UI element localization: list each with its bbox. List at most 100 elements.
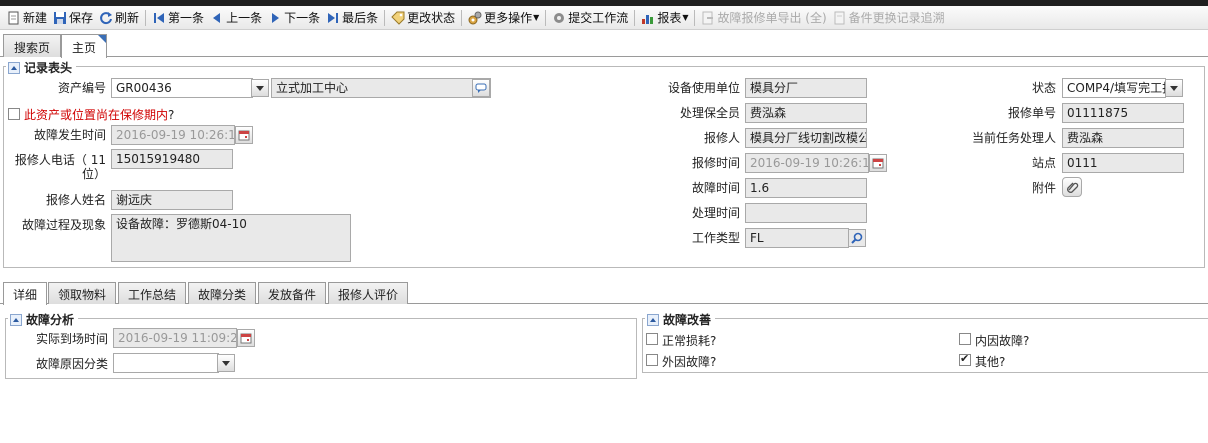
report-time-calendar-button[interactable] [869, 154, 887, 172]
assignee-field[interactable]: 费泓森 [1062, 128, 1184, 148]
fault-time-field[interactable]: 2016-09-19 10:26:14 [111, 125, 235, 145]
fault-improve-section [642, 318, 1208, 373]
export-fault-report-button[interactable]: 故障报修单导出 (全) [698, 8, 829, 28]
spare-trace-button[interactable]: 备件更换记录追溯 [830, 8, 948, 28]
calendar-icon [238, 130, 250, 141]
tab-issue-spare[interactable]: 发放备件 [258, 282, 327, 304]
search-icon [851, 232, 863, 244]
tab-search[interactable]: 搜索页 [3, 34, 62, 57]
prev-record-button[interactable]: 上一条 [207, 8, 265, 28]
status-field[interactable]: COMP4/填写完工报 [1062, 78, 1166, 98]
status-label: 状态 [1031, 81, 1056, 95]
status-dropdown-button[interactable] [1165, 79, 1183, 97]
change-status-button[interactable]: 更改状态 [388, 8, 458, 28]
reporter-name-label: 报修人姓名 [45, 193, 106, 207]
attachment-label: 附件 [1031, 181, 1056, 195]
external-fault-checkbox[interactable] [646, 354, 658, 366]
work-type-field[interactable]: FL [745, 228, 849, 248]
tab-main[interactable]: 主页 [61, 34, 108, 58]
asset-dropdown-button[interactable] [251, 79, 269, 97]
reporter-phone-field[interactable]: 15015919480 [111, 149, 233, 169]
last-record-icon [326, 11, 340, 25]
tab-detail[interactable]: 详细 [3, 282, 48, 305]
reporter-phone-label: 报修人电话（ 11 位） [14, 153, 106, 181]
last-record-button[interactable]: 最后条 [323, 8, 381, 28]
cause-class-select[interactable] [113, 353, 219, 373]
arrive-time-field[interactable]: 2016-09-19 11:09:24 [113, 328, 237, 348]
asset-description-field[interactable]: 立式加工中心 [271, 78, 491, 98]
handle-time-field[interactable] [745, 203, 867, 223]
record-header-legend[interactable]: 记录表头 [6, 59, 77, 76]
cause-class-label: 故障原因分类 [35, 357, 108, 371]
work-type-label: 工作类型 [691, 231, 740, 245]
top-tab-bar: 搜索页 主页 [0, 31, 1208, 58]
maintenance-person-field[interactable]: 费泓森 [745, 103, 867, 123]
chevron-down-icon [1170, 85, 1178, 91]
toolbar-separator [461, 9, 463, 26]
next-record-button[interactable]: 下一条 [265, 8, 323, 28]
report-time-field[interactable]: 2016-09-19 10:26:13 [745, 153, 869, 173]
arrive-time-label: 实际到场时间 [35, 332, 108, 346]
tab-material[interactable]: 领取物料 [48, 282, 117, 304]
external-fault-label: 外因故障? [662, 355, 717, 369]
submit-workflow-button[interactable]: 提交工作流 [549, 8, 631, 28]
normal-wear-checkbox[interactable] [646, 333, 658, 345]
comment-icon [475, 83, 487, 93]
collapse-icon[interactable] [647, 313, 659, 326]
site-label: 站点 [1031, 156, 1056, 170]
fault-improve-legend[interactable]: 故障改善 [645, 311, 716, 328]
ticket-no-label: 报修单号 [1007, 106, 1056, 120]
fault-description-field[interactable]: 设备故障：罗德斯04-10 [111, 214, 351, 262]
tab-fault-class[interactable]: 故障分类 [188, 282, 257, 304]
site-field[interactable]: 0111 [1062, 153, 1184, 173]
internal-fault-checkbox[interactable] [959, 333, 971, 345]
chevron-down-icon: ▼ [533, 13, 540, 22]
trace-icon [833, 11, 847, 25]
first-record-button[interactable]: 第一条 [149, 8, 207, 28]
tab-work-summary[interactable]: 工作总结 [118, 282, 187, 304]
refresh-button[interactable]: 刷新 [96, 8, 142, 28]
paperclip-icon [1067, 182, 1079, 193]
report-menu[interactable]: 报表 ▼ [638, 8, 691, 28]
use-unit-field[interactable]: 模具分厂 [745, 78, 867, 98]
toolbar-separator [145, 9, 147, 26]
cause-class-dropdown-button[interactable] [217, 354, 235, 372]
down-time-label: 故障时间 [691, 181, 740, 195]
calendar-icon [872, 158, 884, 169]
reporter-label: 报修人 [703, 131, 740, 145]
maintenance-person-label: 处理保全员 [679, 106, 740, 120]
prev-record-icon [210, 11, 224, 25]
asset-no-field[interactable]: GR00436 [111, 78, 253, 98]
arrive-time-calendar-button[interactable] [237, 329, 255, 347]
export-icon [701, 11, 715, 25]
asset-detail-button[interactable] [472, 79, 490, 97]
collapse-icon[interactable] [8, 61, 20, 74]
chevron-down-icon [222, 360, 230, 366]
fault-analysis-legend[interactable]: 故障分析 [8, 311, 79, 328]
use-unit-label: 设备使用单位 [667, 81, 740, 95]
first-record-icon [152, 11, 166, 25]
workflow-icon [552, 11, 566, 25]
save-button[interactable]: 保存 [50, 8, 96, 28]
reporter-field[interactable]: 模具分厂线切割改模公 [745, 128, 867, 148]
ticket-no-field[interactable]: 01111875 [1062, 103, 1184, 123]
calendar-icon [240, 333, 252, 344]
attachment-button[interactable] [1062, 177, 1082, 197]
work-type-search-button[interactable] [848, 229, 866, 247]
handle-time-label: 处理时间 [691, 206, 740, 220]
more-actions-menu[interactable]: 更多操作 ▼ [465, 8, 542, 28]
tag-icon [391, 11, 405, 25]
normal-wear-label: 正常损耗? [662, 334, 717, 348]
next-record-icon [268, 11, 282, 25]
detail-tab-bar: 详细 领取物料 工作总结 故障分类 发放备件 报修人评价 [0, 280, 1208, 305]
tab-reporter-rating[interactable]: 报修人评价 [328, 282, 409, 304]
collapse-icon[interactable] [10, 313, 22, 326]
other-label: 其他? [975, 355, 1006, 369]
reporter-name-field[interactable]: 谢远庆 [111, 190, 233, 210]
other-checkbox[interactable] [959, 352, 971, 366]
down-time-field[interactable]: 1.6 [745, 178, 867, 198]
toolbar-separator [634, 9, 636, 26]
fault-time-calendar-button[interactable] [235, 126, 253, 144]
new-button[interactable]: 新建 [4, 8, 50, 28]
warranty-checkbox[interactable] [8, 108, 20, 120]
